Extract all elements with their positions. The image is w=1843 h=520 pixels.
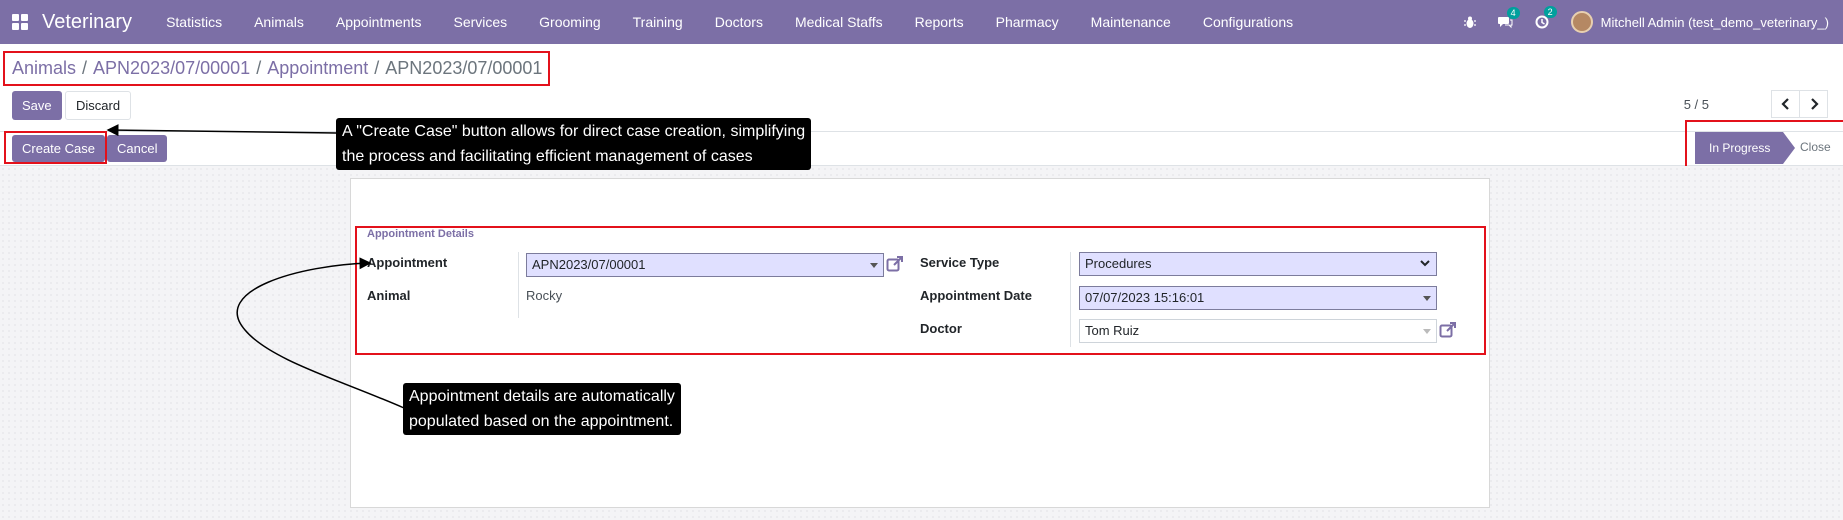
callout-line: Appointment details are automatically — [409, 388, 675, 405]
details-callout: Appointment details are automatically po… — [403, 383, 681, 435]
callout-line: the process and facilitating efficient m… — [342, 148, 753, 165]
create-case-callout: A "Create Case" button allows for direct… — [336, 118, 812, 170]
callout-line: A "Create Case" button allows for direct… — [342, 123, 806, 140]
annotation-arrows — [106, 124, 405, 409]
callout-line: populated based on the appointment. — [409, 413, 674, 430]
